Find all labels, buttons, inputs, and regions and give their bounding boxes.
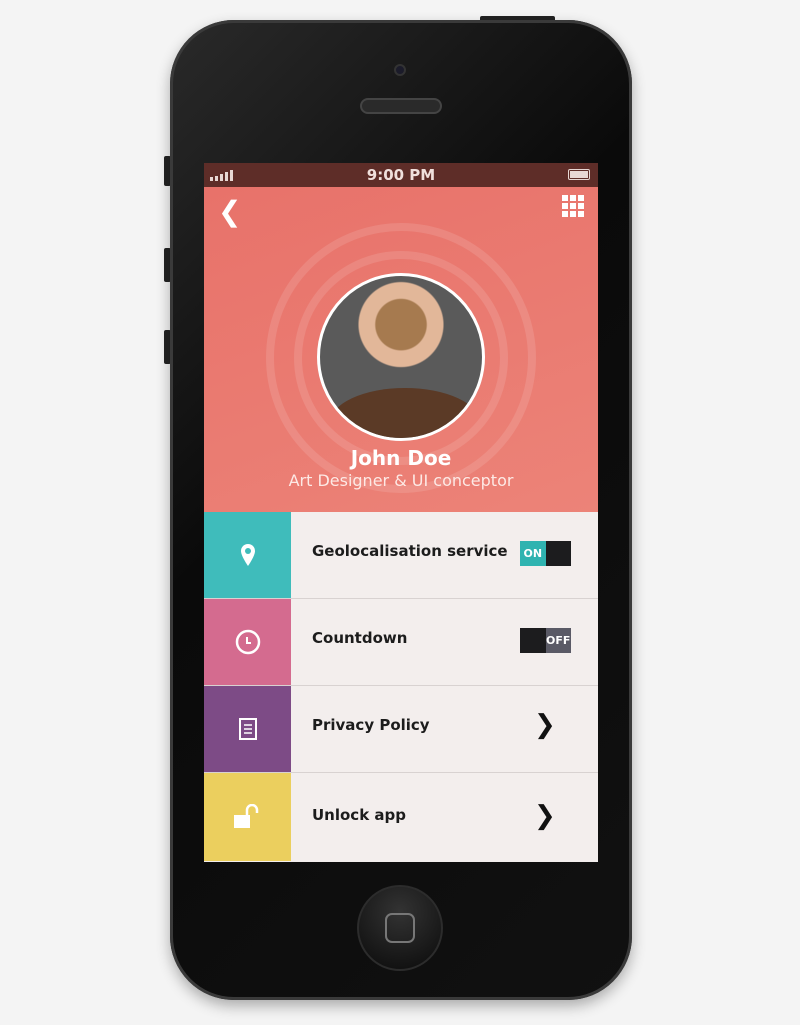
screen: 9:00 PM ❮ John Doe Art Designer & UI con… bbox=[204, 163, 598, 862]
avatar bbox=[317, 273, 485, 441]
unlock-icon bbox=[204, 773, 291, 861]
clock-icon bbox=[204, 599, 291, 685]
speaker bbox=[360, 98, 442, 114]
setting-row-countdown[interactable]: Countdown OFF bbox=[204, 599, 598, 686]
setting-row-privacy[interactable]: Privacy Policy ❯ bbox=[204, 686, 598, 773]
setting-row-geolocation[interactable]: Geolocalisation service ON bbox=[204, 512, 598, 599]
status-bar: 9:00 PM bbox=[204, 163, 598, 187]
chevron-right-icon[interactable]: ❯ bbox=[534, 710, 556, 740]
countdown-toggle[interactable]: OFF bbox=[520, 628, 571, 653]
profile-name: John Doe bbox=[350, 446, 452, 470]
setting-label: Geolocalisation service bbox=[312, 542, 508, 560]
grid-menu-icon[interactable] bbox=[562, 195, 584, 217]
profile-header: ❮ John Doe Art Designer & UI conceptor bbox=[204, 187, 598, 512]
chevron-right-icon[interactable]: ❯ bbox=[534, 801, 556, 831]
toggle-state: OFF bbox=[545, 628, 571, 653]
setting-label: Unlock app bbox=[312, 806, 406, 824]
toggle-state: ON bbox=[520, 541, 546, 566]
status-time: 9:00 PM bbox=[366, 166, 436, 184]
document-icon bbox=[204, 686, 291, 772]
battery-icon bbox=[568, 169, 590, 180]
profile-role: Art Designer & UI conceptor bbox=[288, 471, 514, 490]
map-pin-icon bbox=[204, 512, 291, 598]
setting-label: Privacy Policy bbox=[312, 716, 430, 734]
home-square-icon bbox=[385, 913, 415, 943]
geolocation-toggle[interactable]: ON bbox=[520, 541, 571, 566]
back-chevron-icon[interactable]: ❮ bbox=[218, 195, 241, 228]
setting-label: Countdown bbox=[312, 629, 408, 647]
camera bbox=[394, 64, 406, 76]
setting-row-unlock[interactable]: Unlock app ❯ bbox=[204, 773, 598, 861]
home-button[interactable] bbox=[357, 885, 443, 971]
